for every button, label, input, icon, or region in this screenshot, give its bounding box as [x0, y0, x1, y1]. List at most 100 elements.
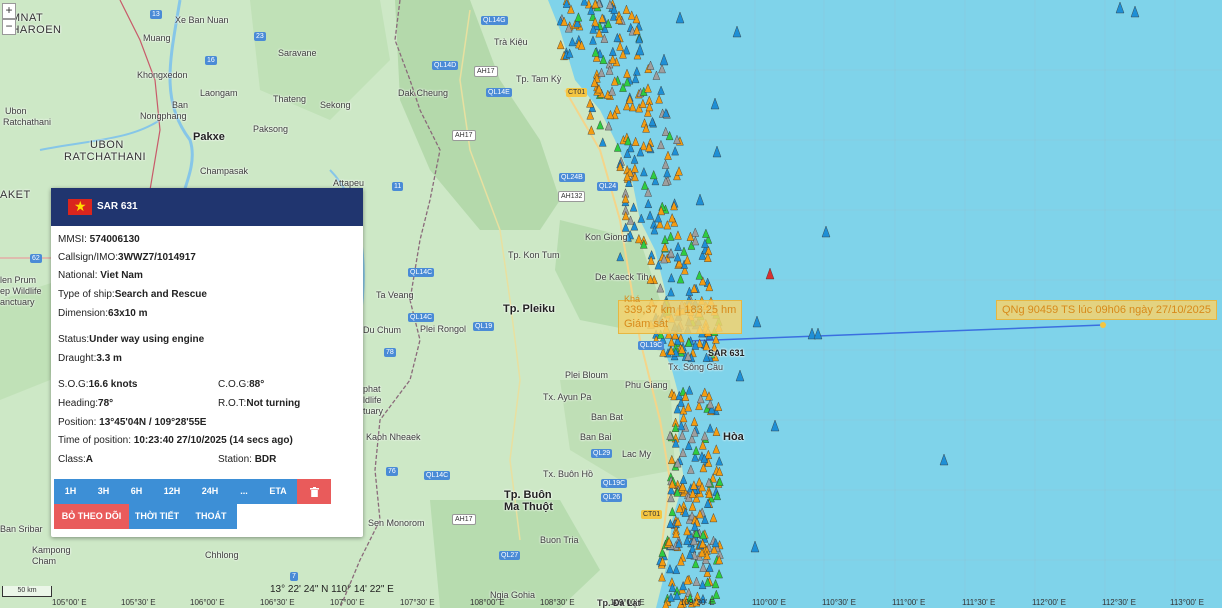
ship-marker[interactable]: [672, 564, 681, 574]
ship-marker[interactable]: [691, 558, 700, 569]
ship-marker[interactable]: [574, 12, 583, 22]
ship-marker[interactable]: [710, 97, 720, 110]
ship-marker[interactable]: [640, 166, 648, 177]
ship-marker[interactable]: [683, 255, 692, 265]
ship-marker[interactable]: [692, 445, 700, 455]
track-1h-button[interactable]: 1H: [54, 479, 87, 504]
ship-marker[interactable]: [1115, 1, 1125, 14]
ship-marker[interactable]: [671, 146, 679, 156]
ship-marker[interactable]: [568, 36, 577, 47]
ship-marker[interactable]: [608, 86, 616, 96]
ship-marker[interactable]: [616, 41, 624, 51]
ship-marker[interactable]: [644, 83, 652, 93]
ship-marker[interactable]: [770, 419, 780, 432]
ship-marker[interactable]: [690, 416, 699, 426]
ship-marker[interactable]: [666, 231, 675, 241]
ship-marker[interactable]: [648, 116, 657, 127]
zoom-out-button[interactable]: −: [2, 19, 16, 35]
ship-marker[interactable]: [821, 225, 831, 238]
ship-marker[interactable]: [691, 227, 700, 237]
ship-marker[interactable]: [673, 252, 682, 262]
ship-marker[interactable]: [633, 66, 641, 76]
ship-marker[interactable]: [685, 385, 694, 395]
ship-marker[interactable]: [701, 431, 709, 441]
ship-marker[interactable]: [688, 501, 697, 511]
ship-marker[interactable]: [666, 563, 674, 574]
ship-marker[interactable]: [631, 163, 639, 173]
ship-marker[interactable]: [597, 67, 606, 77]
ship-marker[interactable]: [608, 54, 617, 64]
ship-marker[interactable]: [715, 476, 724, 486]
ship-marker[interactable]: [622, 4, 631, 14]
more-button[interactable]: ...: [229, 479, 259, 504]
exit-button[interactable]: THOÁT: [185, 504, 237, 529]
track-6h-button[interactable]: 6H: [120, 479, 153, 504]
ship-marker[interactable]: [750, 540, 760, 553]
ship-marker[interactable]: [631, 73, 640, 84]
ship-marker[interactable]: [1130, 5, 1140, 18]
ship-marker[interactable]: [655, 94, 663, 104]
ship-marker[interactable]: [702, 228, 710, 238]
ship-marker[interactable]: [699, 562, 708, 572]
ship-marker[interactable]: [712, 444, 721, 454]
ship-marker[interactable]: [939, 453, 949, 466]
ship-marker[interactable]: [639, 140, 648, 151]
ship-marker[interactable]: [680, 246, 688, 256]
ship-marker[interactable]: [635, 43, 645, 56]
ship-marker[interactable]: [675, 166, 683, 176]
ship-marker[interactable]: [661, 159, 670, 169]
ship-marker[interactable]: [667, 272, 676, 283]
track-24h-button[interactable]: 24H: [191, 479, 229, 504]
ship-marker[interactable]: [641, 180, 649, 190]
track-3h-button[interactable]: 3H: [87, 479, 120, 504]
track-12h-button[interactable]: 12H: [153, 479, 191, 504]
ship-marker[interactable]: [644, 198, 653, 208]
ship-marker[interactable]: [675, 11, 685, 24]
ship-marker[interactable]: [678, 430, 687, 440]
ship-marker[interactable]: [623, 68, 631, 78]
ship-marker[interactable]: [663, 167, 671, 178]
ship-marker[interactable]: [732, 25, 742, 38]
ship-marker[interactable]: [667, 247, 675, 258]
ship-marker[interactable]: [676, 274, 685, 284]
ship-marker[interactable]: [715, 569, 723, 579]
ship-marker[interactable]: [668, 213, 676, 223]
ship-marker[interactable]: [711, 578, 720, 589]
ship-marker[interactable]: [664, 150, 672, 160]
ship-marker[interactable]: [580, 0, 589, 6]
ship-marker[interactable]: [646, 210, 654, 220]
ship-marker[interactable]: [706, 398, 715, 409]
ship-marker[interactable]: [695, 193, 705, 206]
ship-marker[interactable]: [657, 85, 665, 95]
ship-marker[interactable]: [667, 287, 675, 297]
ship-marker[interactable]: [674, 241, 682, 251]
ship-marker[interactable]: [639, 98, 647, 108]
ship-marker[interactable]: [752, 315, 762, 328]
weather-button[interactable]: THỜI TIẾT: [129, 504, 185, 529]
ship-marker[interactable]: [589, 35, 597, 45]
ship-marker[interactable]: [695, 270, 704, 280]
ship-marker[interactable]: [692, 576, 701, 586]
ship-marker[interactable]: [657, 139, 665, 150]
ship-marker[interactable]: [679, 412, 688, 423]
ship-marker[interactable]: [813, 327, 823, 340]
ship-marker[interactable]: [715, 456, 724, 466]
ship-marker[interactable]: [674, 230, 682, 240]
ship-marker[interactable]: [687, 464, 695, 474]
ship-marker[interactable]: [631, 136, 640, 146]
ship-marker[interactable]: [712, 426, 721, 436]
unfollow-button[interactable]: BỎ THEO DÕI: [54, 504, 129, 529]
ship-marker[interactable]: [709, 512, 718, 523]
ship-marker[interactable]: [659, 53, 669, 66]
eta-button[interactable]: ETA: [259, 479, 297, 504]
ship-marker[interactable]: [684, 402, 693, 412]
ship-marker[interactable]: [765, 267, 775, 280]
ship-marker[interactable]: [649, 169, 658, 180]
zoom-in-button[interactable]: +: [2, 3, 16, 19]
ship-marker[interactable]: [658, 63, 666, 74]
ship-marker[interactable]: [706, 423, 714, 433]
ship-marker[interactable]: [735, 369, 745, 382]
ship-marker[interactable]: [700, 387, 709, 397]
ship-marker[interactable]: [609, 46, 617, 56]
ship-marker[interactable]: [712, 145, 722, 158]
